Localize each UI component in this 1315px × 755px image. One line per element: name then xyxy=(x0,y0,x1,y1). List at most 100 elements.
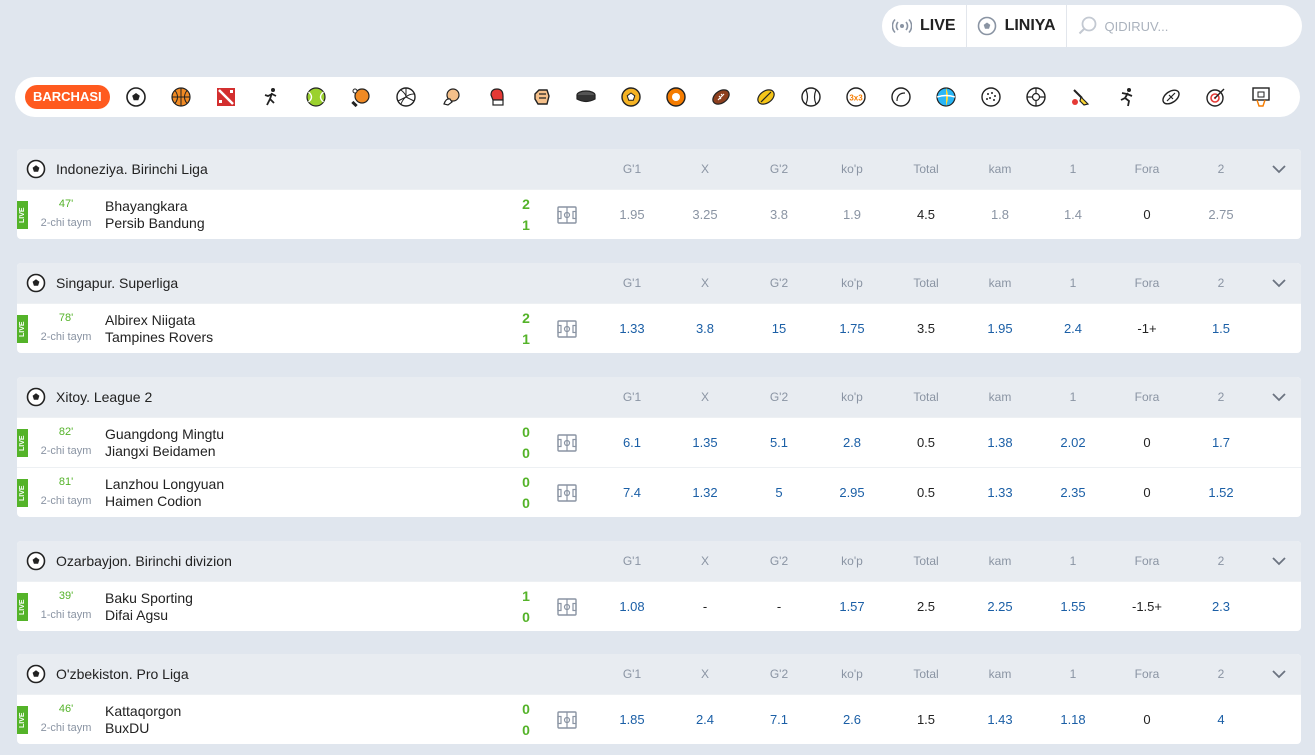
all-sports-button[interactable]: BARCHASI xyxy=(25,85,110,109)
odd-6[interactable]: 2.4 xyxy=(1043,321,1103,336)
sport-filter-handball[interactable] xyxy=(429,77,474,117)
odd-0[interactable]: 1.08 xyxy=(602,599,662,614)
odd-5[interactable]: 1.38 xyxy=(970,435,1030,450)
odd-0[interactable]: 1.85 xyxy=(602,712,662,727)
odd-8[interactable]: 4 xyxy=(1191,712,1251,727)
odd-3[interactable]: 1.57 xyxy=(822,599,882,614)
sport-filter-table-tennis[interactable] xyxy=(339,77,384,117)
home-team[interactable]: Albirex Niigata xyxy=(105,312,195,328)
chevron-down-icon[interactable] xyxy=(1271,553,1287,569)
sport-filter-rugby[interactable] xyxy=(744,77,789,117)
odd-1[interactable]: 3.8 xyxy=(675,321,735,336)
sport-filter-mma[interactable] xyxy=(519,77,564,117)
home-team[interactable]: Bhayangkara xyxy=(105,198,188,214)
league-header[interactable]: Indoneziya. Birinchi Liga G'1 X G'2 ko'p Tota… xyxy=(17,149,1301,189)
sport-filter-beach-volleyball[interactable] xyxy=(924,77,969,117)
odd-4[interactable]: 4.5 xyxy=(896,207,956,222)
odd-5[interactable]: 1.43 xyxy=(970,712,1030,727)
sport-filter-ice-hockey[interactable] xyxy=(564,77,609,117)
sport-filter-badminton[interactable] xyxy=(1059,77,1104,117)
away-team[interactable]: Persib Bandung xyxy=(105,215,205,231)
odd-3[interactable]: 2.8 xyxy=(822,435,882,450)
match-row[interactable]: LIVE 78' 2-chi taym Albirex Niigata Tampines… xyxy=(17,303,1301,353)
odd-6[interactable]: 1.55 xyxy=(1043,599,1103,614)
odd-7[interactable]: 0 xyxy=(1117,712,1177,727)
sport-filter-american-football[interactable] xyxy=(699,77,744,117)
odd-7[interactable]: -1+ xyxy=(1117,321,1177,336)
field-icon[interactable] xyxy=(557,484,577,502)
field-icon[interactable] xyxy=(557,598,577,616)
odd-2[interactable]: 5.1 xyxy=(749,435,809,450)
odd-1[interactable]: 1.35 xyxy=(675,435,735,450)
away-team[interactable]: Difai Agsu xyxy=(105,607,168,623)
field-icon[interactable] xyxy=(557,320,577,338)
live-button[interactable]: LIVE xyxy=(882,5,967,47)
odd-2[interactable]: 3.8 xyxy=(749,207,809,222)
odd-0[interactable]: 7.4 xyxy=(602,485,662,500)
sport-filter-board-basketball[interactable] xyxy=(1239,77,1284,117)
sport-filter-basketball[interactable] xyxy=(159,77,204,117)
odd-4[interactable]: 2.5 xyxy=(896,599,956,614)
sport-filter-baseball[interactable] xyxy=(789,77,834,117)
odd-1[interactable]: 1.32 xyxy=(675,485,735,500)
sport-filter-hockey-player[interactable] xyxy=(249,77,294,117)
sport-filter-snooker[interactable] xyxy=(879,77,924,117)
league-header[interactable]: Ozarbayjon. Birinchi divizion G'1 X G'2 ko'p… xyxy=(17,541,1301,581)
match-row[interactable]: LIVE 47' 2-chi taym Bhayangkara Persib Bandu… xyxy=(17,189,1301,239)
chevron-down-icon[interactable] xyxy=(1271,389,1287,405)
home-team[interactable]: Kattaqorgon xyxy=(105,703,181,719)
liniya-button[interactable]: LINIYA xyxy=(967,5,1067,47)
sport-filter-volleyball[interactable] xyxy=(384,77,429,117)
odd-3[interactable]: 1.9 xyxy=(822,207,882,222)
odd-5[interactable]: 2.25 xyxy=(970,599,1030,614)
home-team[interactable]: Baku Sporting xyxy=(105,590,193,606)
match-row[interactable]: LIVE 39' 1-chi taym Baku Sporting Difai Agsu… xyxy=(17,581,1301,631)
away-team[interactable]: Tampines Rovers xyxy=(105,329,213,345)
sport-filter-golf[interactable] xyxy=(969,77,1014,117)
odd-7[interactable]: 0 xyxy=(1117,207,1177,222)
odd-7[interactable]: 0 xyxy=(1117,485,1177,500)
search-input[interactable] xyxy=(1104,18,1285,34)
home-team[interactable]: Guangdong Mingtu xyxy=(105,426,224,442)
odd-3[interactable]: 2.6 xyxy=(822,712,882,727)
odd-1[interactable]: - xyxy=(675,599,735,614)
odd-2[interactable]: 15 xyxy=(749,321,809,336)
sport-filter-boxing[interactable] xyxy=(474,77,519,117)
odd-2[interactable]: 7.1 xyxy=(749,712,809,727)
odd-4[interactable]: 3.5 xyxy=(896,321,956,336)
sport-filter-aussie-rules[interactable] xyxy=(1149,77,1194,117)
league-header[interactable]: O'zbekiston. Pro Liga G'1 X G'2 ko'p Total kam… xyxy=(17,654,1301,694)
odd-8[interactable]: 2.75 xyxy=(1191,207,1251,222)
sport-filter-futsal[interactable] xyxy=(609,77,654,117)
sport-filter-water-polo[interactable] xyxy=(1014,77,1059,117)
odd-8[interactable]: 1.5 xyxy=(1191,321,1251,336)
away-team[interactable]: Haimen Codion xyxy=(105,493,202,509)
sport-filter-football[interactable] xyxy=(114,77,159,117)
odd-0[interactable]: 6.1 xyxy=(602,435,662,450)
odd-3[interactable]: 1.75 xyxy=(822,321,882,336)
away-team[interactable]: BuxDU xyxy=(105,720,149,736)
odd-0[interactable]: 1.33 xyxy=(602,321,662,336)
sport-filter-tennis[interactable] xyxy=(294,77,339,117)
league-header[interactable]: Xitoy. League 2 G'1 X G'2 ko'p Total kam 1 Fora 2 xyxy=(17,377,1301,417)
odd-0[interactable]: 1.95 xyxy=(602,207,662,222)
field-icon[interactable] xyxy=(557,206,577,224)
odd-7[interactable]: 0 xyxy=(1117,435,1177,450)
odd-7[interactable]: -1.5+ xyxy=(1117,599,1177,614)
chevron-down-icon[interactable] xyxy=(1271,666,1287,682)
away-team[interactable]: Jiangxi Beidamen xyxy=(105,443,216,459)
sport-filter-esports-3x3[interactable]: 3x3 xyxy=(834,77,879,117)
odd-4[interactable]: 1.5 xyxy=(896,712,956,727)
odd-1[interactable]: 3.25 xyxy=(675,207,735,222)
odd-5[interactable]: 1.8 xyxy=(970,207,1030,222)
odd-4[interactable]: 0.5 xyxy=(896,485,956,500)
sport-filter-basketball-3x3[interactable] xyxy=(654,77,699,117)
odd-5[interactable]: 1.33 xyxy=(970,485,1030,500)
match-row[interactable]: LIVE 46' 2-chi taym Kattaqorgon BuxDU 0 0 1.85 2… xyxy=(17,694,1301,744)
chevron-down-icon[interactable] xyxy=(1271,161,1287,177)
field-icon[interactable] xyxy=(557,711,577,729)
odd-4[interactable]: 0.5 xyxy=(896,435,956,450)
odd-2[interactable]: 5 xyxy=(749,485,809,500)
match-row[interactable]: LIVE 81' 2-chi taym Lanzhou Longyuan Haimen … xyxy=(17,467,1301,517)
odd-1[interactable]: 2.4 xyxy=(675,712,735,727)
